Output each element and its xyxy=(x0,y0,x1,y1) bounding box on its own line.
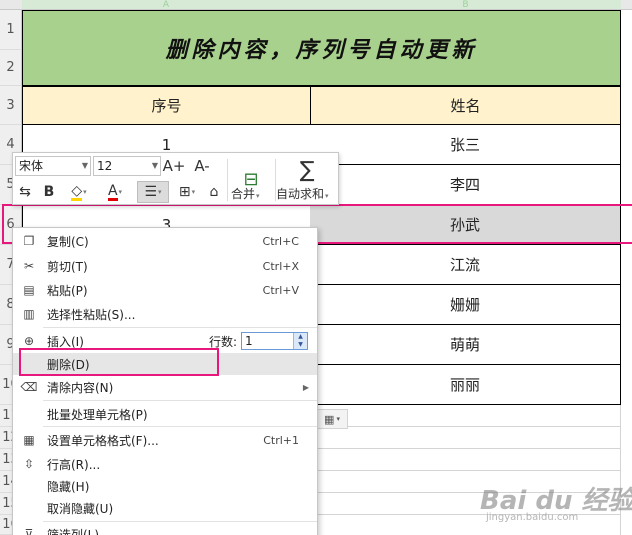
submenu-arrow-icon: ▶ xyxy=(302,382,309,392)
autosum-label: 自动求和▾ xyxy=(276,187,329,201)
header-cell-index[interactable]: 序号 xyxy=(22,86,311,125)
menu-item-delete[interactable]: 删除(D) xyxy=(13,353,317,375)
merge-label: 合并▾ xyxy=(231,187,260,201)
name-cell[interactable]: 姗姗 xyxy=(310,285,621,325)
grow-font-icon: A+ xyxy=(162,157,186,175)
mini-toolbar: 宋体 ▼ 12 ▼ A+ A- ⇆ B ◇ ▾ A ▾ ☰ ▾ ⊞ ▾ ⌂ ⊟ 合并▾ … xyxy=(12,152,339,205)
filter-icon: ⊽ xyxy=(24,527,34,535)
align-center-icon: ☰ xyxy=(144,184,158,200)
row-height-icon: ⇳ xyxy=(23,457,35,471)
name-cell[interactable]: 张三 xyxy=(310,125,621,165)
context-menu: ❐ 复制(C) Ctrl+C ✂ 剪切(T) Ctrl+X ▤ 粘贴(P) Ct… xyxy=(12,227,318,535)
clear-icon: ⌫ xyxy=(20,380,38,394)
font-name-value: 宋体 xyxy=(19,159,44,173)
rows-stepper[interactable]: ▲ ▼ xyxy=(293,333,307,349)
copy-icon: ❐ xyxy=(23,234,35,248)
empty-cell[interactable] xyxy=(310,449,621,471)
watermark-url: jingyan.baidu.com xyxy=(486,512,579,523)
format-painter-icon: ⇆ xyxy=(19,184,31,200)
font-size-select[interactable]: 12 ▼ xyxy=(93,156,161,176)
empty-cell[interactable] xyxy=(310,427,621,449)
menu-separator xyxy=(43,400,317,401)
name-cell[interactable]: 李四 xyxy=(310,165,621,205)
bold-icon: B xyxy=(43,184,55,200)
eraser-icon: ⌂ xyxy=(209,184,219,200)
row-header[interactable]: 1 xyxy=(0,10,22,50)
name-cell[interactable]: 丽丽 xyxy=(310,365,621,405)
name-cell[interactable]: 萌萌 xyxy=(310,325,621,365)
font-size-value: 12 xyxy=(97,159,113,173)
select-all-corner[interactable] xyxy=(0,0,22,10)
chevron-down-icon: ▼ xyxy=(81,161,88,170)
font-color-button[interactable]: A ▾ xyxy=(99,181,131,203)
column-header-a[interactable]: A xyxy=(22,0,310,10)
grow-font-button[interactable]: A+ xyxy=(162,155,186,177)
cut-icon: ✂ xyxy=(23,259,35,273)
column-header-c[interactable] xyxy=(621,0,632,10)
menu-separator xyxy=(43,426,317,427)
menu-item-insert[interactable]: ⊕ 插入(I) 行数: 1 ▲ ▼ xyxy=(13,330,317,352)
menu-item-batch-cells[interactable]: 批量处理单元格(P) xyxy=(13,403,317,425)
column-header-b[interactable]: B xyxy=(310,0,621,10)
menu-item-paste[interactable]: ▤ 粘贴(P) Ctrl+V xyxy=(13,279,317,301)
font-name-select[interactable]: 宋体 ▼ xyxy=(15,156,91,176)
border-grid-icon: ⊞ xyxy=(178,184,191,200)
menu-item-filter-column[interactable]: ⊽ 筛选列(L) xyxy=(13,523,317,535)
menu-item-clear-contents[interactable]: ⌫ 清除内容(N) ▶ xyxy=(13,376,317,398)
menu-separator xyxy=(43,327,317,328)
row-header[interactable]: 2 xyxy=(0,50,22,86)
rows-count-input[interactable]: 1 ▲ ▼ xyxy=(241,332,308,350)
shrink-font-icon: A- xyxy=(194,157,210,175)
menu-item-row-height[interactable]: ⇳ 行高(R)... xyxy=(13,453,317,475)
header-cell-name[interactable]: 姓名 xyxy=(310,86,621,125)
clear-format-button[interactable]: ⌂ xyxy=(203,181,225,203)
borders-button[interactable]: ⊞ ▾ xyxy=(173,181,201,203)
autosum-button[interactable]: ∑ xyxy=(281,155,333,185)
fill-color-button[interactable]: ◇ ▾ xyxy=(63,181,95,203)
align-center-button[interactable]: ☰ ▾ xyxy=(137,181,169,203)
menu-item-paste-special[interactable]: ▥ 选择性粘贴(S)... xyxy=(13,303,317,325)
toolbar-divider xyxy=(227,159,228,201)
sigma-icon: ∑ xyxy=(299,157,315,183)
paste-options-button[interactable]: ▦ ▾ xyxy=(316,409,348,429)
name-cell[interactable]: 江流 xyxy=(310,245,621,285)
paste-options-icon: ▦ xyxy=(324,412,335,426)
paste-special-icon: ▥ xyxy=(23,307,35,321)
insert-icon: ⊕ xyxy=(23,334,35,348)
chevron-down-icon: ▼ xyxy=(151,161,158,170)
menu-item-format-cells[interactable]: ▦ 设置单元格格式(F)... Ctrl+1 xyxy=(13,429,317,451)
font-color-icon: A xyxy=(107,182,118,201)
baidu-watermark: Bai du 经验 jingyan.baidu.com xyxy=(480,474,632,529)
paste-icon: ▤ xyxy=(23,283,35,297)
rows-count-label: 行数: xyxy=(209,334,238,349)
menu-item-hide[interactable]: 隐藏(H) xyxy=(13,475,317,497)
row-header[interactable]: 3 xyxy=(0,86,22,125)
fill-bucket-icon: ◇ xyxy=(71,182,83,201)
sheet-title-cell[interactable]: 删除内容，序列号自动更新 xyxy=(22,10,621,86)
format-cells-icon: ▦ xyxy=(23,433,35,447)
menu-item-copy[interactable]: ❐ 复制(C) Ctrl+C xyxy=(13,230,317,252)
name-cell[interactable]: 孙武 xyxy=(310,205,621,245)
shrink-font-button[interactable]: A- xyxy=(191,155,213,177)
format-painter-button[interactable]: ⇆ xyxy=(15,181,35,203)
menu-separator xyxy=(43,521,317,522)
menu-item-cut[interactable]: ✂ 剪切(T) Ctrl+X xyxy=(13,255,317,277)
bold-button[interactable]: B xyxy=(39,181,59,203)
menu-item-unhide[interactable]: 取消隐藏(U) xyxy=(13,497,317,519)
empty-cell[interactable] xyxy=(310,405,621,427)
